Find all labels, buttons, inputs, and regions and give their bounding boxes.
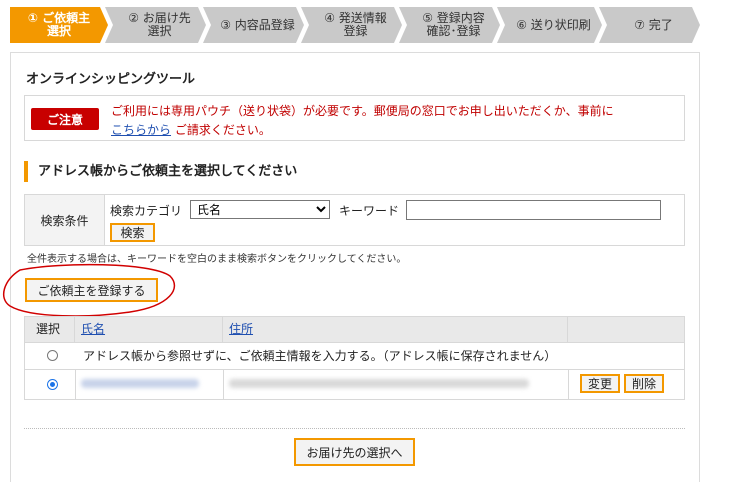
search-button[interactable]: 検索 — [110, 223, 155, 242]
register-requester-button[interactable]: ご依頼主を登録する — [25, 278, 158, 302]
step-2-recipient-select: ② お届け先 選択 — [105, 7, 206, 43]
sort-by-name-link[interactable]: 氏名 — [81, 322, 105, 336]
delete-button[interactable]: 削除 — [624, 374, 664, 393]
category-select[interactable]: 氏名 — [190, 200, 330, 219]
notice-text: ご利用には専用パウチ（送り状袋）が必要です。郵便局の窓口でお申し出いただくか、事… — [111, 104, 614, 137]
manual-entry-radio[interactable] — [47, 350, 58, 361]
table-header: 選択 氏名 住所 — [25, 317, 684, 343]
section-title: アドレス帳からご依頼主を選択してください — [24, 161, 297, 182]
redacted-name — [81, 379, 199, 388]
edit-button[interactable]: 変更 — [580, 374, 620, 393]
header-address: 住所 — [223, 317, 568, 342]
redacted-address — [229, 379, 529, 388]
search-hint: 全件表示する場合は、キーワードを空白のまま検索ボタンをクリックしてください。 — [27, 254, 407, 265]
step-5-confirm-register: ⑤ 登録内容 確認･登録 — [399, 7, 500, 43]
step-4-shipping-info: ④ 発送情報 登録 — [301, 7, 402, 43]
table-row-manual: アドレス帳から参照せずに、ご依頼主情報を入力する。（アドレス帳に保存されません） — [25, 343, 684, 370]
notice-badge: ご注意 — [31, 108, 99, 130]
step-7-complete: ⑦ 完了 — [599, 7, 700, 43]
category-label: 検索カテゴリ — [110, 204, 183, 218]
manual-entry-text: アドレス帳から参照せずに、ご依頼主情報を入力する。（アドレス帳に保存されません） — [83, 349, 557, 363]
request-link[interactable]: こちらから — [111, 123, 171, 137]
next-recipient-button[interactable]: お届け先の選択へ — [294, 438, 415, 466]
progress-steps: ① ご依頼主 選択 ② お届け先 選択 ③ 内容品登録 ④ 発送情報 登録 ⑤ … — [10, 7, 700, 43]
header-select: 選択 — [25, 317, 75, 342]
step-6-print-label: ⑥ 送り状印刷 — [497, 7, 602, 43]
notice-box: ご注意 ご利用には専用パウチ（送り状袋）が必要です。郵便局の窓口でお申し出いただ… — [24, 95, 685, 141]
divider — [24, 428, 685, 429]
step-3-contents-register: ③ 内容品登録 — [203, 7, 304, 43]
keyword-label: キーワード — [339, 204, 400, 218]
requester-table: 選択 氏名 住所 アドレス帳から参照せずに、ご依頼主情報を入力する。（アドレス帳… — [24, 316, 685, 400]
table-row: 変更 削除 — [25, 370, 684, 399]
saved-entry-radio[interactable] — [47, 379, 58, 390]
search-conditions: 検索条件 検索カテゴリ 氏名 キーワード 検索 — [24, 194, 685, 246]
search-conditions-label: 検索条件 — [25, 195, 105, 245]
sort-by-address-link[interactable]: 住所 — [229, 322, 253, 336]
step-1-requester-select: ① ご依頼主 選択 — [10, 7, 108, 43]
header-name: 氏名 — [75, 317, 223, 342]
keyword-input[interactable] — [406, 200, 661, 220]
page-title: オンラインシッピングツール — [26, 72, 196, 87]
